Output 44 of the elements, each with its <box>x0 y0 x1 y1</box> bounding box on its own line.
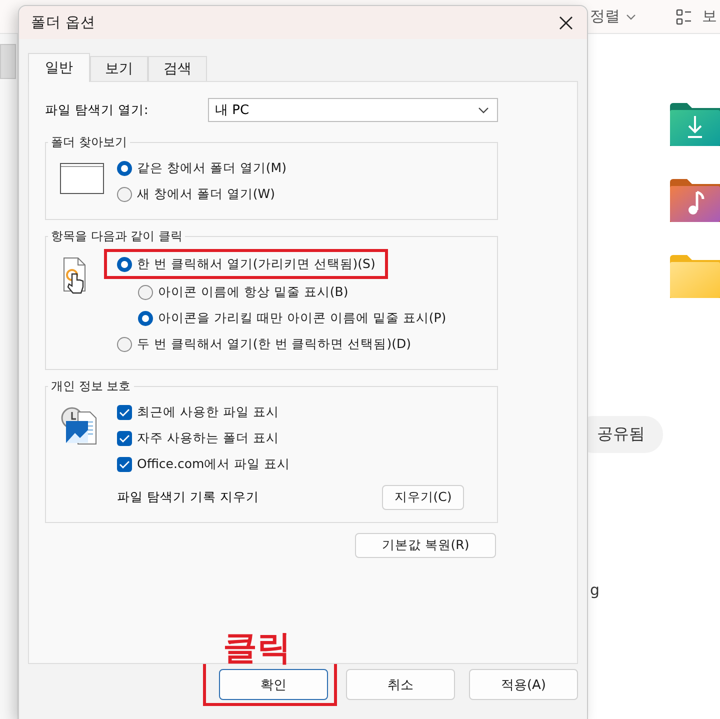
radio-button[interactable] <box>117 256 132 272</box>
click-annotation: 클릭 <box>223 631 291 665</box>
checkbox[interactable] <box>117 456 132 472</box>
radio-button[interactable] <box>117 186 132 202</box>
open-explorer-dropdown[interactable]: 내 PC <box>208 98 498 122</box>
clear-button[interactable]: 지우기(C) <box>382 485 464 510</box>
option-label: 같은 창에서 폴더 열기(M) <box>137 160 286 176</box>
radio-button[interactable] <box>117 160 132 176</box>
cancel-button[interactable]: 취소 <box>346 669 455 700</box>
chevron-down-icon <box>478 106 489 114</box>
clear-history-label: 파일 탐색기 기록 지우기 <box>117 489 259 506</box>
option-label: 아이콘을 가리킬 때만 아이콘 이름에 밑줄 표시(P) <box>158 310 446 326</box>
tab[interactable]: 보기 <box>90 56 148 81</box>
window-icon <box>60 163 104 194</box>
group-title: 폴더 찾아보기 <box>50 134 128 151</box>
apply-button[interactable]: 적용(A) <box>469 669 578 700</box>
window-title: 폴더 옵션 <box>31 14 96 32</box>
option-label: Office.com에서 파일 표시 <box>137 456 290 472</box>
tab[interactable]: 일반 <box>28 53 90 82</box>
radio-button[interactable] <box>138 310 153 326</box>
checkbox[interactable] <box>117 430 132 446</box>
tab[interactable]: 검색 <box>148 56 207 81</box>
restore-defaults-button[interactable]: 기본값 복원(R) <box>355 533 496 558</box>
option-label: 한 번 클릭해서 열기(가리키면 선택됨)(S) <box>137 256 376 272</box>
file-name-text: g <box>590 581 600 599</box>
radio-button[interactable] <box>117 336 132 352</box>
view-icon <box>676 8 692 24</box>
option-label: 새 창에서 폴더 열기(W) <box>137 186 276 202</box>
radio-button[interactable] <box>138 284 153 300</box>
option-label: 자주 사용하는 폴더 표시 <box>137 430 279 446</box>
group-title: 개인 정보 보호 <box>50 378 132 395</box>
checkbox[interactable] <box>117 404 132 420</box>
group-title: 항목을 다음과 같이 클릭 <box>50 228 184 245</box>
ok-button[interactable]: 확인 <box>219 669 328 700</box>
option-label: 최근에 사용한 파일 표시 <box>137 404 279 420</box>
sort-label[interactable]: 정렬 <box>590 7 620 26</box>
folder-icon[interactable] <box>670 178 720 222</box>
folder-icon[interactable] <box>670 102 720 146</box>
open-explorer-label: 파일 탐색기 열기: <box>45 102 150 118</box>
option-label: 아이콘 이름에 항상 밑줄 표시(B) <box>158 284 348 300</box>
option-label: 두 번 클릭해서 열기(한 번 클릭하면 선택됨)(D) <box>137 336 411 352</box>
close-icon[interactable] <box>559 16 573 30</box>
chevron-down-icon <box>626 14 636 20</box>
view-label[interactable]: 보 <box>702 7 717 26</box>
